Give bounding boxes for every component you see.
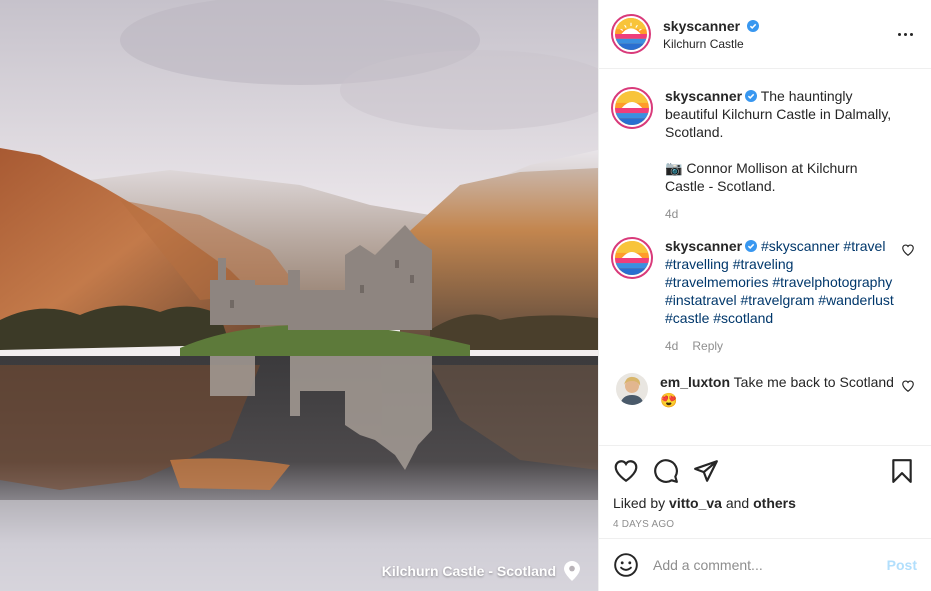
- comment-heart-icon[interactable]: [901, 243, 915, 257]
- photo-location-text: Kilchurn Castle - Scotland: [381, 563, 556, 579]
- comment-body: skyscanner #skyscanner #travel #travelli…: [665, 237, 915, 355]
- skyscanner-logo-icon: [615, 241, 649, 275]
- add-comment-bar: Post: [599, 538, 931, 591]
- post-side-panel: skyscanner Kilchurn Castle skyscanner Th…: [598, 0, 931, 591]
- comment-username[interactable]: skyscanner: [665, 88, 742, 104]
- action-icons: [613, 456, 915, 486]
- post-header-meta: skyscanner Kilchurn Castle: [663, 18, 893, 51]
- comment-heart-icon[interactable]: [901, 379, 915, 393]
- kilchurn-castle-photo: [0, 0, 598, 591]
- instagram-post: Kilchurn Castle - Scotland skyscanner Ki…: [0, 0, 931, 591]
- user-comment: em_luxton Take me back to Scotland 😍: [611, 373, 915, 409]
- header-username[interactable]: skyscanner: [663, 18, 740, 34]
- avatar[interactable]: [616, 373, 648, 405]
- avatar[interactable]: [611, 87, 653, 129]
- comment-username[interactable]: skyscanner: [665, 238, 742, 254]
- avatar[interactable]: [611, 237, 653, 279]
- location-pin-icon: [564, 561, 580, 581]
- comment-footer: 4d Reply: [665, 337, 899, 355]
- comments-list: skyscanner The hauntingly beautiful Kilc…: [599, 69, 931, 445]
- post-header: skyscanner Kilchurn Castle: [599, 0, 931, 69]
- comment-username[interactable]: em_luxton: [660, 374, 730, 390]
- verified-badge-icon: [745, 240, 758, 252]
- verified-badge-icon: [746, 19, 759, 32]
- comment-body: skyscanner The hauntingly beautiful Kilc…: [665, 87, 915, 223]
- skyscanner-logo-icon: [615, 91, 649, 125]
- comment-body: em_luxton Take me back to Scotland 😍: [660, 373, 915, 409]
- liked-user-link[interactable]: vitto_va: [669, 495, 722, 511]
- share-paper-plane-icon[interactable]: [693, 458, 719, 484]
- reply-button[interactable]: Reply: [692, 337, 723, 355]
- post-actions: Liked by vitto_va and others 4 DAYS AGO: [599, 445, 931, 538]
- comment-time[interactable]: 4d: [665, 337, 678, 355]
- emoji-smiley-icon[interactable]: [613, 552, 639, 578]
- post-comment-button[interactable]: Post: [887, 557, 917, 573]
- verified-badge-icon: [745, 90, 758, 102]
- header-location[interactable]: Kilchurn Castle: [663, 37, 893, 51]
- comment-footer: 4d: [665, 205, 899, 223]
- save-bookmark-icon[interactable]: [889, 458, 915, 484]
- liked-prefix: Liked by: [613, 495, 670, 511]
- photo-location-overlay[interactable]: Kilchurn Castle - Scotland: [382, 561, 580, 581]
- user-avatar-image: [616, 373, 648, 405]
- caption-comment: skyscanner The hauntingly beautiful Kilc…: [611, 87, 915, 223]
- avatar[interactable]: [611, 14, 651, 54]
- more-options-icon[interactable]: [893, 22, 917, 46]
- liked-and: and: [721, 495, 754, 511]
- hashtag-comment: skyscanner #skyscanner #travel #travelli…: [611, 237, 915, 355]
- liked-by-text: Liked by vitto_va and others: [613, 495, 915, 511]
- add-comment-input[interactable]: [653, 557, 887, 573]
- like-heart-icon[interactable]: [613, 458, 639, 484]
- skyscanner-logo-icon: [615, 18, 647, 50]
- comment-bubble-icon[interactable]: [653, 458, 679, 484]
- post-date[interactable]: 4 DAYS AGO: [613, 519, 915, 530]
- comment-time[interactable]: 4d: [665, 205, 678, 223]
- post-photo[interactable]: Kilchurn Castle - Scotland: [0, 0, 598, 591]
- liked-others-link[interactable]: others: [753, 495, 796, 511]
